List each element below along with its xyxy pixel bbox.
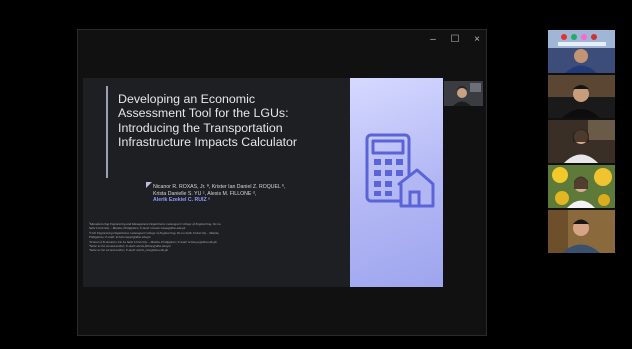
authors-marker — [146, 182, 152, 188]
window-titlebar: – ☐ × — [78, 30, 486, 48]
participant-tile[interactable] — [548, 30, 615, 73]
slide-illustration-panel — [350, 78, 443, 287]
slide-title-line: Introducing the Transportation — [118, 120, 283, 135]
slide-title-line: Assessment Tool for the LGUs: — [118, 106, 289, 121]
affiliation-line: ᵉSame as the second author; E-mail: aler… — [89, 248, 169, 253]
participant-strip — [548, 30, 615, 253]
participant-tile[interactable] — [548, 75, 615, 118]
participant-video — [548, 210, 615, 253]
slide-title: Developing an Economic Assessment Tool f… — [118, 92, 340, 150]
close-button[interactable]: × — [468, 31, 486, 47]
participant-video — [548, 165, 615, 208]
presenter-avatar — [444, 81, 483, 106]
maximize-button[interactable]: ☐ — [446, 31, 464, 47]
participant-video — [548, 30, 615, 73]
slide-affiliations: ªManufacturing Engineering and Managemen… — [89, 222, 351, 253]
author-line: Krista Danielle S. YU ᶜ, Alexis M. FILLO… — [153, 190, 257, 197]
slide-title-line: Infrastructure Impacts Calculator — [118, 135, 298, 150]
author-line: Nicanor R. ROXAS, Jr. ª, Krister Ian Dan… — [153, 184, 286, 190]
title-accent-line — [106, 86, 108, 178]
participant-video — [548, 75, 615, 118]
calculator-house-icon — [365, 133, 435, 208]
slide-title-line: Developing an Economic — [118, 92, 256, 106]
author-line-highlighted: Alerik Ezekiel C. RUIZ ᵉ — [153, 197, 211, 204]
minimize-button[interactable]: – — [424, 31, 442, 47]
slide-authors: Nicanor R. ROXAS, Jr. ª, Krister Ian Dan… — [153, 184, 353, 204]
presenter-video-thumbnail[interactable] — [444, 81, 483, 106]
participant-tile[interactable] — [548, 120, 615, 163]
participant-video — [548, 120, 615, 163]
participant-tile[interactable] — [548, 210, 615, 253]
presentation-slide: Developing an Economic Assessment Tool f… — [83, 78, 443, 287]
participant-tile[interactable] — [548, 165, 615, 208]
shared-screen-window: – ☐ × Developing an Economic Assessment … — [77, 29, 487, 336]
